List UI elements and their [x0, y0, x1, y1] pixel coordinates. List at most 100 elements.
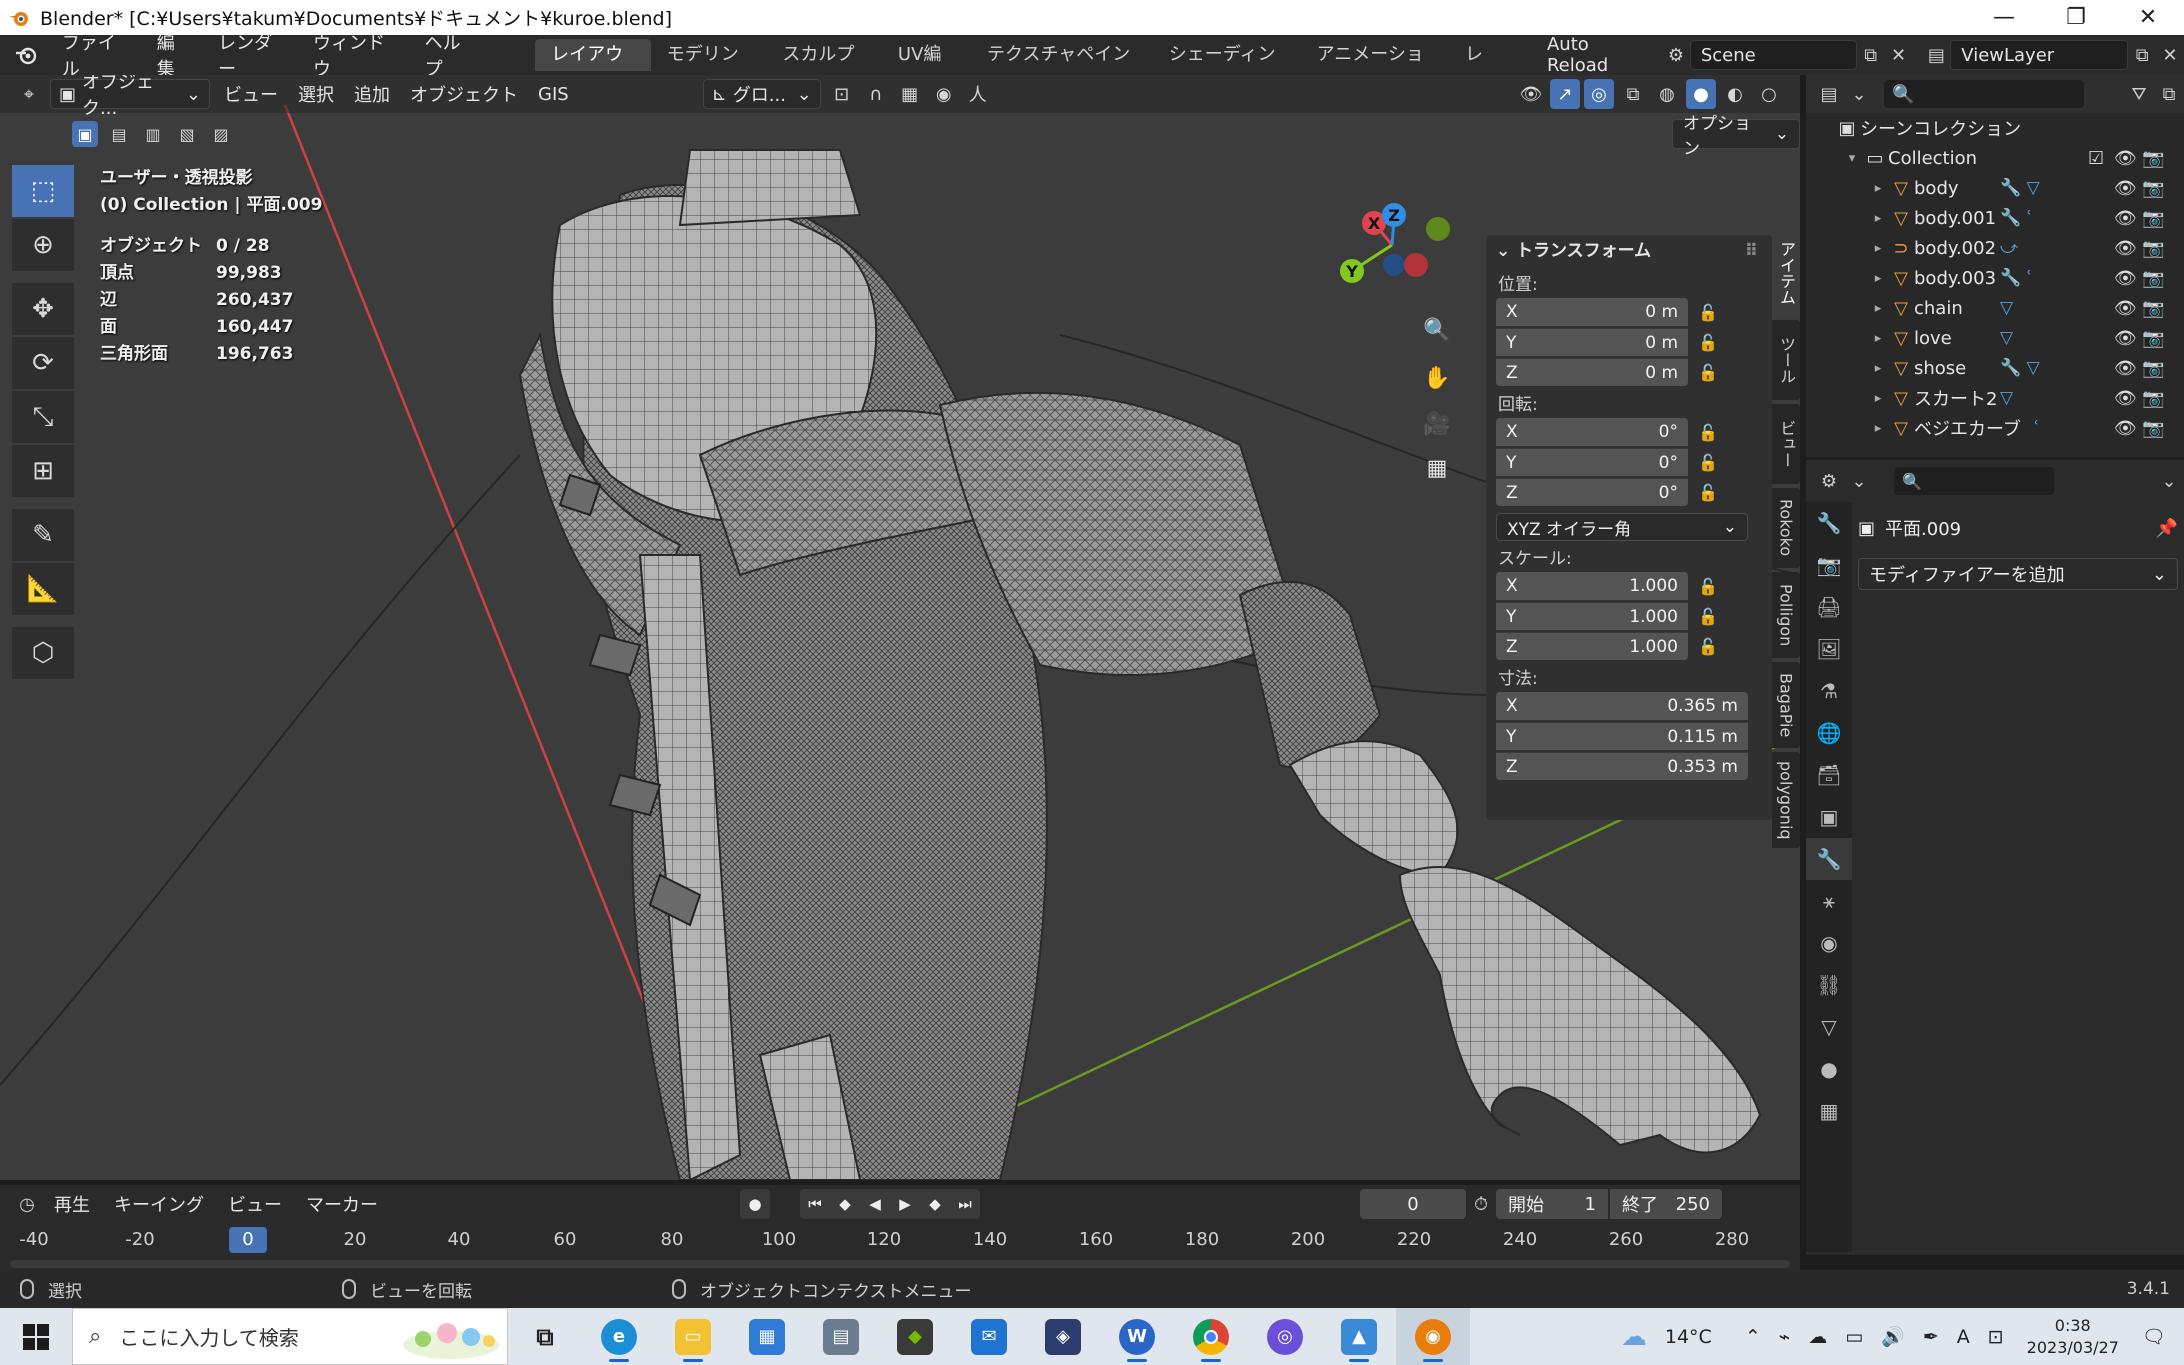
lock-icon[interactable]: 🔓 — [1688, 483, 1728, 502]
windows-start-icon[interactable] — [0, 1308, 72, 1365]
play-reverse-icon[interactable]: ◀ — [860, 1189, 890, 1219]
timer-icon[interactable]: ⏱ — [1466, 1189, 1496, 1219]
timeline-ruler[interactable]: -40 -20 0 20 40 60 80 100 120 140 160 18… — [0, 1223, 1800, 1257]
zoom-icon[interactable]: 🔍 — [1418, 311, 1456, 349]
expand-arrow-icon[interactable]: ▸ — [1868, 271, 1888, 286]
camera-icon[interactable]: 📷 — [2142, 418, 2164, 439]
lock-icon[interactable]: 🔓 — [1688, 637, 1728, 656]
workspace-tab-sculpt[interactable]: スカルプト — [766, 39, 882, 97]
rotate-tool-icon[interactable]: ⟳ — [12, 337, 74, 389]
task-view-icon[interactable]: ⧉ — [508, 1308, 582, 1365]
outliner-item-shose[interactable]: ▸ ▽ shose 🔧 ▽ 👁 📷 — [1806, 353, 2184, 383]
camera-icon[interactable]: 📷 — [2142, 268, 2164, 289]
lock-icon[interactable]: 🔓 — [1688, 607, 1728, 626]
properties-search-input[interactable]: 🔍 — [1894, 467, 2054, 495]
ime-mode-icon[interactable]: ⊡ — [1988, 1326, 2004, 1348]
editor-type-icon[interactable]: ◷ — [12, 1189, 42, 1219]
start-frame-field[interactable]: 開始 1 — [1496, 1189, 1608, 1219]
new-collection-icon[interactable]: ⧉ — [2154, 79, 2184, 109]
modifier-icons[interactable]: ▽ — [2000, 388, 2080, 408]
modifier-icons[interactable]: 🔧 ʿ — [2000, 268, 2080, 288]
timeline-scrollbar[interactable] — [10, 1260, 1790, 1268]
modifier-tab-icon[interactable]: 🔧 — [1806, 838, 1852, 880]
lock-icon[interactable]: 🔓 — [1688, 303, 1728, 322]
nvidia-app-icon[interactable]: ◆ — [878, 1308, 952, 1365]
scale-z-field[interactable]: Z 1.000 — [1496, 632, 1688, 660]
expand-arrow-icon[interactable]: ▸ — [1868, 181, 1888, 196]
texture-tab-icon[interactable]: ▦ — [1806, 1090, 1852, 1132]
scene-field[interactable]: Scene — [1689, 40, 1857, 70]
tab-view[interactable]: ビュー — [1772, 404, 1800, 484]
outliner-item-chain[interactable]: ▸ ▽ chain ▽ 👁 📷 — [1806, 293, 2184, 323]
mail-app-icon[interactable]: ✉ — [952, 1308, 1026, 1365]
display-mode-icon[interactable]: ⌄ — [1844, 79, 1874, 109]
visibility-icon[interactable]: 👁 — [1516, 79, 1546, 109]
scale-x-field[interactable]: X 1.000 — [1496, 572, 1688, 600]
dimension-z-field[interactable]: Z 0.353 m — [1496, 752, 1748, 780]
camera-icon[interactable]: 📷 — [2142, 358, 2164, 379]
expand-arrow-icon[interactable]: ▸ — [1868, 211, 1888, 226]
rendered-shading-icon[interactable]: ○ — [1754, 79, 1784, 109]
move-tool-icon[interactable]: ✥ — [12, 283, 74, 335]
new-scene-icon[interactable]: ⧉ — [1857, 40, 1885, 70]
expand-arrow-icon[interactable]: ▾ — [1842, 151, 1862, 166]
workspace-tab-render[interactable]: レン — [1449, 39, 1514, 97]
falloff-icon[interactable]: 人 — [963, 79, 993, 109]
view-layer-icon[interactable]: ▤ — [1922, 40, 1950, 70]
dimension-x-field[interactable]: X 0.365 m — [1496, 692, 1748, 720]
lock-icon[interactable]: 🔓 — [1688, 453, 1728, 472]
annotate-tool-icon[interactable]: ✎ — [12, 509, 74, 561]
snap-magnet-icon[interactable]: ∩ — [861, 79, 891, 109]
record-icon[interactable]: ● — [740, 1189, 770, 1219]
jump-start-icon[interactable]: ⏮ — [800, 1189, 830, 1219]
ime-indicator[interactable]: A — [1957, 1326, 1970, 1348]
discord-app-icon[interactable]: ◎ — [1248, 1308, 1322, 1365]
workspace-tab-animation[interactable]: アニメーション — [1301, 39, 1449, 97]
menu-add[interactable]: 追加 — [344, 81, 400, 107]
delete-view-layer-icon[interactable]: ✕ — [2156, 40, 2184, 70]
workspace-tab-texture-paint[interactable]: テクスチャペイント — [971, 39, 1153, 97]
eye-icon[interactable]: 👁 — [2114, 178, 2137, 199]
new-view-layer-icon[interactable]: ⧉ — [2128, 40, 2156, 70]
material-shading-icon[interactable]: ◐ — [1720, 79, 1750, 109]
cloud-weather-icon[interactable]: ☁ — [1621, 1322, 1647, 1352]
chevron-up-icon[interactable]: ⌃ — [1745, 1326, 1761, 1348]
eye-icon[interactable]: 👁 — [2114, 268, 2137, 289]
volume-icon[interactable]: 🔊 — [1881, 1325, 1905, 1348]
taskbar-search-input[interactable]: ⌕ ここに入力して検索 — [72, 1308, 508, 1365]
tab-polygoniq[interactable]: polygoniq — [1772, 752, 1800, 848]
lock-icon[interactable]: 🔓 — [1688, 333, 1728, 352]
outliner-item-skirt2[interactable]: ▸ ▽ スカート2 ▽ 👁 📷 — [1806, 383, 2184, 413]
output-tab-icon[interactable]: 🖨 — [1806, 586, 1852, 628]
rotation-y-field[interactable]: Y 0° — [1496, 448, 1688, 476]
restore-button[interactable]: ❐ — [2040, 0, 2112, 35]
store-app-icon[interactable]: ▦ — [730, 1308, 804, 1365]
rotation-mode-dropdown[interactable]: XYZ オイラー角 ⌄ — [1496, 513, 1748, 541]
blender-menu-icon[interactable] — [12, 40, 40, 70]
workspace-tab-uv[interactable]: UV編集 — [882, 39, 971, 97]
modifier-icons[interactable]: 🔧 ▽ — [2000, 358, 2080, 378]
location-z-field[interactable]: Z 0 m — [1496, 358, 1688, 386]
network-icon[interactable]: ▭ — [1845, 1326, 1863, 1348]
expand-arrow-icon[interactable]: ▸ — [1868, 391, 1888, 406]
gizmo-neg-y[interactable] — [1426, 217, 1450, 241]
pin-icon[interactable]: 📌 — [2156, 518, 2178, 539]
editor-type-icon[interactable]: ▤ — [1814, 79, 1844, 109]
workspace-tab-shading[interactable]: シェーディング — [1153, 39, 1301, 97]
location-y-field[interactable]: Y 0 m — [1496, 328, 1688, 356]
scene-tab-icon[interactable]: ⚗ — [1806, 670, 1852, 712]
gizmo-neg-x[interactable] — [1404, 253, 1428, 277]
play-icon[interactable]: ▶ — [890, 1189, 920, 1219]
render-tab-icon[interactable]: 📷 — [1806, 544, 1852, 586]
view-layer-tab-icon[interactable]: 🖼 — [1806, 628, 1852, 670]
edge-app-icon[interactable]: e — [582, 1308, 656, 1365]
drag-handle-icon[interactable]: ⠿ — [1745, 235, 1758, 267]
eye-icon[interactable]: 👁 — [2114, 208, 2137, 229]
w-app-icon[interactable]: W — [1100, 1308, 1174, 1365]
menu-render[interactable]: レンダー — [204, 29, 299, 81]
workspace-tab-layout[interactable]: レイアウト — [535, 39, 651, 97]
pivot-icon[interactable]: ⊡ — [827, 79, 857, 109]
eye-icon[interactable]: 👁 — [2114, 358, 2137, 379]
scene-icon[interactable]: ⚙ — [1662, 40, 1690, 70]
chrome-app-icon[interactable] — [1174, 1308, 1248, 1365]
